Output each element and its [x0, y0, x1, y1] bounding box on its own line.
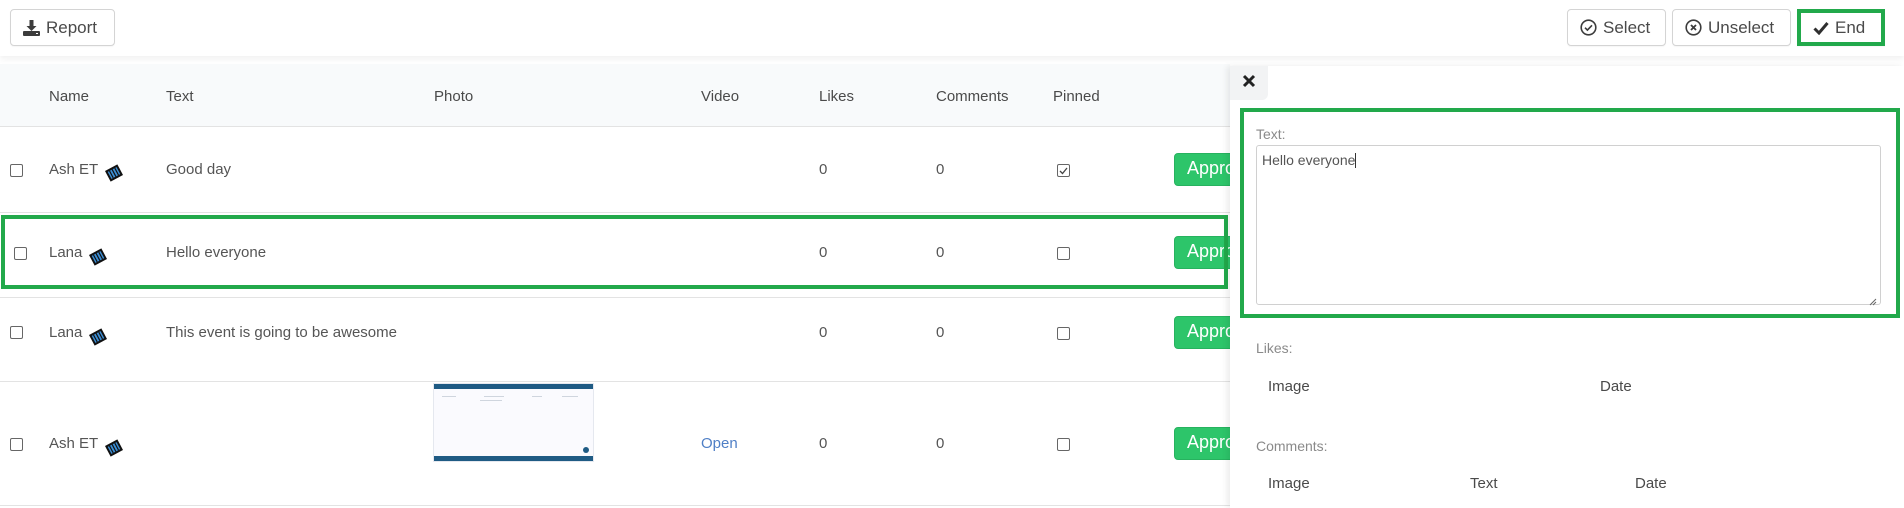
header-video[interactable]: Video [701, 88, 739, 105]
row-name: Ash ET [49, 435, 99, 452]
row-likes: 0 [819, 244, 828, 261]
row-likes: 0 [819, 324, 828, 341]
checkmark-icon [1813, 21, 1829, 35]
photo-thumbnail[interactable] [433, 383, 594, 462]
comments-header-image: Image [1268, 475, 1310, 492]
close-panel-button[interactable] [1230, 66, 1268, 100]
approve-button[interactable]: Approve [1174, 236, 1234, 269]
header-pinned[interactable]: Pinned [1053, 88, 1100, 105]
text-caret [1355, 153, 1357, 168]
text-textarea[interactable]: Hello everyone [1256, 145, 1881, 306]
end-button[interactable]: End [1797, 9, 1885, 46]
pinned-checkbox[interactable] [1057, 438, 1070, 451]
text-value: Hello everyone [1262, 152, 1356, 168]
resize-handle-icon[interactable] [1869, 293, 1877, 306]
likes-label: Likes: [1256, 340, 1293, 356]
row-text: This event is going to be awesome [166, 324, 397, 341]
report-label: Report [46, 17, 98, 37]
table-row[interactable]: Ash ET Open 0 0 Approve [0, 382, 1234, 506]
unselect-label: Unselect [1708, 17, 1775, 37]
pinned-checkbox[interactable] [1057, 327, 1070, 340]
table-row[interactable]: Lana This event is going to be awesome 0… [0, 298, 1234, 382]
row-name: Ash ET [49, 161, 99, 178]
video-open-link[interactable]: Open [701, 435, 738, 452]
text-field-group: Text: Hello everyone [1240, 108, 1900, 318]
thumb-line [442, 396, 456, 397]
pinned-checkbox[interactable] [1057, 247, 1070, 260]
header-likes[interactable]: Likes [819, 88, 854, 105]
text-label: Text: [1256, 126, 1286, 142]
comments-label: Comments: [1256, 438, 1328, 454]
select-button[interactable]: Select [1567, 9, 1666, 46]
comments-header-text: Text [1470, 475, 1498, 492]
likes-header-date: Date [1600, 378, 1632, 395]
comments-header-date: Date [1635, 475, 1667, 492]
row-likes: 0 [819, 435, 828, 452]
row-comments: 0 [936, 161, 945, 178]
posts-table: Name Text Photo Video Likes Comments Pin… [0, 56, 1234, 508]
header-name[interactable]: Name [49, 88, 89, 105]
row-comments: 0 [936, 435, 945, 452]
close-icon [1242, 74, 1256, 92]
likes-header-image: Image [1268, 378, 1310, 395]
approve-button[interactable]: Approve [1174, 153, 1234, 186]
thumb-line [484, 396, 504, 397]
thumb-line [532, 396, 542, 397]
row-comments: 0 [936, 324, 945, 341]
row-checkbox[interactable] [14, 247, 27, 260]
table-row[interactable]: Ash ET Good day 0 0 Approve [0, 128, 1234, 213]
report-button[interactable]: Report [10, 9, 115, 46]
check-circle-icon [1580, 19, 1597, 36]
table-row[interactable]: Lana Hello everyone 0 0 Approve [0, 213, 1234, 298]
approve-button[interactable]: Approve [1174, 316, 1234, 349]
row-likes: 0 [819, 161, 828, 178]
table-header: Name Text Photo Video Likes Comments Pin… [0, 64, 1230, 127]
select-label: Select [1603, 17, 1651, 37]
row-comments: 0 [936, 244, 945, 261]
header-comments[interactable]: Comments [936, 88, 1009, 105]
user-badge-icon [89, 248, 107, 266]
header-photo[interactable]: Photo [434, 88, 473, 105]
pinned-checkbox-checked[interactable] [1057, 164, 1070, 177]
x-circle-icon [1685, 19, 1702, 36]
post-detail-panel: Text: Hello everyone Likes: Image Date C… [1230, 66, 1904, 508]
download-icon [23, 19, 40, 36]
thumb-footer [434, 456, 593, 461]
thumb-line [480, 400, 502, 401]
thumb-line [562, 396, 578, 397]
row-text: Hello everyone [166, 244, 267, 261]
end-label: End [1835, 17, 1866, 37]
thumb-fab [583, 447, 589, 453]
row-checkbox[interactable] [10, 326, 23, 339]
approve-button[interactable]: Approve [1174, 427, 1234, 460]
unselect-button[interactable]: Unselect [1672, 9, 1791, 46]
user-badge-icon [89, 328, 107, 346]
row-checkbox[interactable] [10, 164, 23, 177]
row-text: Good day [166, 161, 232, 178]
user-badge-icon [105, 439, 123, 457]
toolbar: Report Select Unselect End [0, 0, 1904, 56]
row-name: Lana [49, 244, 83, 261]
row-name: Lana [49, 324, 83, 341]
thumb-header [434, 384, 593, 389]
header-text[interactable]: Text [166, 88, 194, 105]
user-badge-icon [105, 164, 123, 182]
row-checkbox[interactable] [10, 438, 23, 451]
